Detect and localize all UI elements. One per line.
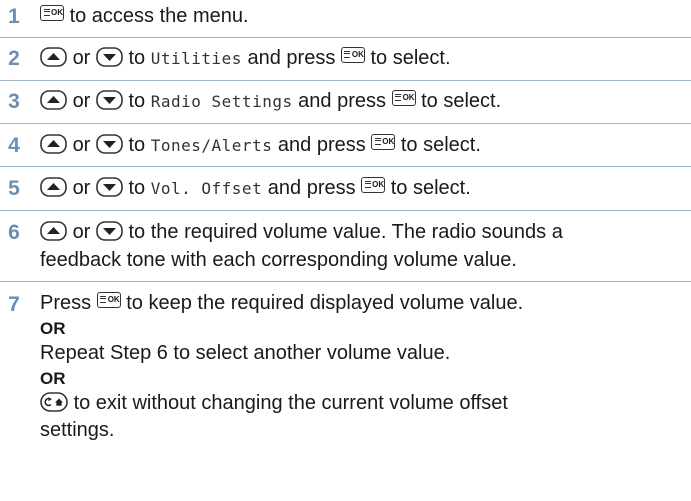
menu-item-name: Utilities (150, 49, 242, 68)
step-number: 1 (8, 5, 20, 28)
step-text: or to the required volume value. The rad… (40, 218, 679, 274)
step-number: 4 (8, 134, 20, 157)
step-divider (0, 80, 691, 81)
menu-ok-key-icon: OK (340, 47, 365, 63)
down-arrow-key-icon (96, 177, 123, 197)
step-text: or to Tones/Alerts and press OK to selec… (40, 131, 679, 160)
up-arrow-key-icon (40, 177, 67, 197)
to-select-text: to select. (400, 134, 481, 156)
and-press-text: and press (277, 134, 366, 156)
step-text: or to Radio Settings and press OK to sel… (40, 87, 679, 116)
step-text: Press OK to keep the required displayed … (40, 290, 679, 444)
step-instruction: Repeat Step 6 to select another volume v… (40, 342, 451, 364)
step-instruction: to access the menu. (69, 5, 249, 27)
to-text: to (128, 177, 146, 199)
back-home-key-icon (40, 392, 68, 412)
or-text: or (72, 47, 91, 69)
step-instruction: to keep the required displayed volume va… (126, 292, 524, 314)
step-text: OK to access the menu. (40, 2, 679, 30)
step-number: 6 (8, 221, 20, 244)
to-text: to (128, 134, 146, 156)
or-text: or (72, 134, 91, 156)
step-divider (0, 281, 691, 282)
down-arrow-key-icon (96, 134, 123, 154)
up-arrow-key-icon (40, 47, 67, 67)
down-arrow-key-icon (96, 221, 123, 241)
to-text: to (128, 90, 146, 112)
menu-item-name: Tones/Alerts (150, 136, 273, 155)
step-instruction: to the required volume value. The radio … (128, 221, 563, 243)
menu-ok-key-icon: OK (391, 90, 416, 106)
and-press-text: and press (298, 90, 386, 112)
step-number: 5 (8, 177, 20, 200)
menu-ok-key-icon: OK (40, 5, 64, 21)
menu-item-name: Vol. Offset (150, 179, 263, 198)
step-instruction-continued: settings. (40, 419, 115, 441)
menu-item-name: Radio Settings (150, 92, 293, 111)
and-press-text: and press (247, 47, 336, 69)
step-text: or to Vol. Offset and press OK to select… (40, 174, 679, 203)
to-select-text: to select. (370, 47, 451, 69)
down-arrow-key-icon (96, 90, 123, 110)
to-select-text: to select. (421, 90, 502, 112)
or-label: OR (40, 319, 66, 338)
menu-ok-key-icon: OK (361, 177, 386, 193)
step-number: 3 (8, 90, 20, 113)
press-text: Press (40, 292, 92, 314)
menu-ok-key-icon: OK (96, 292, 121, 308)
step-divider (0, 37, 691, 38)
step-number: 2 (8, 47, 20, 70)
or-text: or (72, 177, 91, 199)
step-number: 7 (8, 293, 20, 316)
step-divider (0, 166, 691, 167)
down-arrow-key-icon (96, 47, 123, 67)
and-press-text: and press (267, 177, 356, 199)
up-arrow-key-icon (40, 134, 67, 154)
to-text: to (128, 47, 146, 69)
step-divider (0, 123, 691, 124)
or-text: or (72, 221, 91, 243)
or-label: OR (40, 369, 66, 388)
up-arrow-key-icon (40, 90, 67, 110)
step-instruction-continued: feedback tone with each corresponding vo… (40, 249, 517, 271)
menu-ok-key-icon: OK (371, 134, 396, 150)
or-text: or (72, 90, 91, 112)
up-arrow-key-icon (40, 221, 67, 241)
step-line: to exit without changing the current vol… (40, 390, 679, 417)
step-line: or to the required volume value. The rad… (40, 218, 679, 246)
step-instruction: to exit without changing the current vol… (73, 392, 508, 414)
step-divider (0, 210, 691, 211)
to-select-text: to select. (390, 177, 471, 199)
step-text: or to Utilities and press OK to select. (40, 44, 679, 73)
step-line: Press OK to keep the required displayed … (40, 290, 679, 317)
